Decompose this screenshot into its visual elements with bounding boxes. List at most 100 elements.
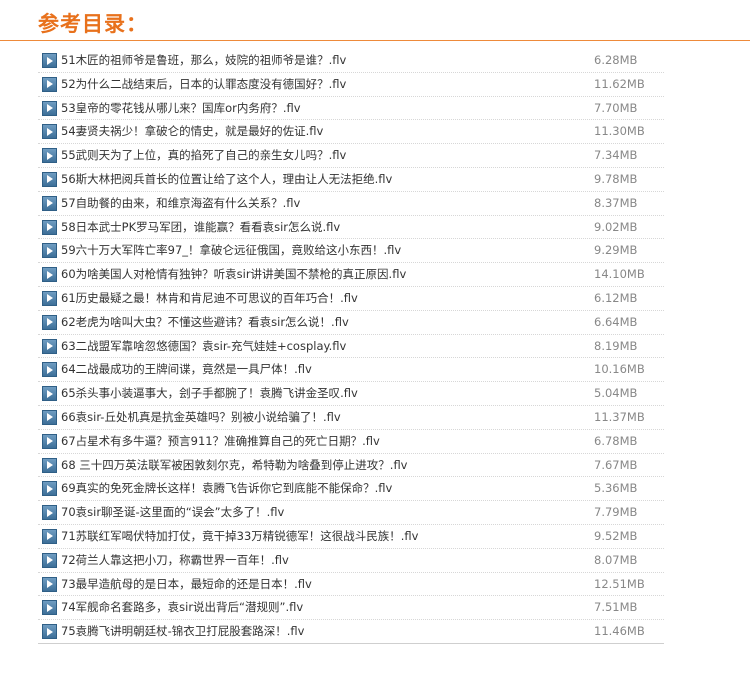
- file-name[interactable]: 55武则天为了上位，真的掐死了自己的亲生女儿吗？.flv: [61, 147, 346, 163]
- file-row[interactable]: 60为啥美国人对枪情有独钟？听袁sir讲讲美国不禁枪的真正原因.flv 14.10…: [38, 263, 664, 287]
- file-name[interactable]: 62老虎为啥叫大虫？不懂这些避讳？看袁sir怎么说！.flv: [61, 314, 349, 330]
- file-size: 7.34MB: [594, 148, 638, 163]
- file-size: 14.10MB: [594, 267, 645, 282]
- video-play-icon: [42, 219, 57, 235]
- file-size: 6.12MB: [594, 290, 638, 305]
- file-row[interactable]: 69真实的免死金牌长这样！袁腾飞告诉你它到底能不能保命？.flv 5.36MB: [38, 477, 664, 502]
- video-play-icon: [42, 290, 57, 306]
- file-name[interactable]: 64二战最成功的王牌间谍，竟然是一具尸体！.flv: [61, 361, 312, 377]
- file-name[interactable]: 52为什么二战结束后，日本的认罪态度没有德国好？.flv: [61, 76, 346, 92]
- file-name[interactable]: 54妻贤夫祸少！拿破仑的情史，就是最好的佐证.flv: [61, 123, 323, 139]
- file-size: 7.67MB: [594, 457, 638, 472]
- video-play-icon: [42, 409, 57, 425]
- file-size: 6.28MB: [594, 53, 638, 67]
- video-play-icon: [42, 386, 57, 402]
- video-play-icon: [42, 243, 57, 259]
- file-row[interactable]: 65杀头事小装逼事大，刽子手都腕了！袁腾飞讲金圣叹.flv 5.04MB: [38, 382, 664, 406]
- file-row[interactable]: 58日本武士PK罗马军团，谁能赢？看看袁sir怎么说.flv 9.02MB: [38, 216, 664, 240]
- file-row[interactable]: 53皇帝的零花钱从哪儿来？国库or内务府？.flv 7.70MB: [38, 97, 664, 121]
- header-divider: [0, 40, 750, 41]
- video-play-icon: [42, 338, 57, 354]
- file-row[interactable]: 56斯大林把阅兵首长的位置让给了这个人，理由让人无法拒绝.flv 9.78MB: [38, 168, 664, 192]
- file-row[interactable]: 70袁sir聊圣诞-这里面的“误会”太多了！.flv 7.79MB: [38, 501, 664, 525]
- video-play-icon: [42, 76, 57, 92]
- video-play-icon: [42, 148, 57, 164]
- file-name[interactable]: 66袁sir-丘处机真是抗金英雄吗？别被小说给骗了！.flv: [61, 409, 341, 425]
- file-row[interactable]: 55武则天为了上位，真的掐死了自己的亲生女儿吗？.flv 7.34MB: [38, 144, 664, 168]
- video-play-icon: [42, 53, 57, 68]
- video-play-icon: [42, 457, 57, 473]
- file-size: 12.51MB: [594, 576, 645, 591]
- video-play-icon: [42, 552, 57, 568]
- file-row[interactable]: 66袁sir-丘处机真是抗金英雄吗？别被小说给骗了！.flv 11.37MB: [38, 406, 664, 430]
- file-name[interactable]: 71苏联红军喝伏特加打仗，竟干掉33万精锐德军！这很战斗民族！.flv: [61, 528, 418, 544]
- file-size: 6.64MB: [594, 314, 638, 329]
- file-name[interactable]: 60为啥美国人对枪情有独钟？听袁sir讲讲美国不禁枪的真正原因.flv: [61, 266, 406, 282]
- file-name[interactable]: 75袁腾飞讲明朝廷杖-锦衣卫打屁股套路深！.flv: [61, 623, 305, 639]
- file-row[interactable]: 52为什么二战结束后，日本的认罪态度没有德国好？.flv 11.62MB: [38, 73, 664, 97]
- file-name[interactable]: 70袁sir聊圣诞-这里面的“误会”太多了！.flv: [61, 504, 284, 520]
- video-play-icon: [42, 267, 57, 283]
- file-row[interactable]: 71苏联红军喝伏特加打仗，竟干掉33万精锐德军！这很战斗民族！.flv 9.52M…: [38, 525, 664, 549]
- file-row[interactable]: 67占星术有多牛逼？预言911？准确推算自己的死亡日期？.flv 6.78MB: [38, 430, 664, 454]
- file-row[interactable]: 62老虎为啥叫大虫？不懂这些避讳？看袁sir怎么说！.flv 6.64MB: [38, 311, 664, 335]
- video-play-icon: [42, 433, 57, 449]
- file-row[interactable]: 63二战盟军靠啥忽悠德国？袁sir-充气娃娃+cosplay.flv 8.19MB: [38, 335, 664, 359]
- file-size: 7.79MB: [594, 505, 638, 520]
- file-size: 7.70MB: [594, 100, 638, 115]
- file-name[interactable]: 56斯大林把阅兵首长的位置让给了这个人，理由让人无法拒绝.flv: [61, 171, 392, 187]
- file-size: 11.30MB: [594, 124, 645, 139]
- video-play-icon: [42, 528, 57, 544]
- file-size: 5.04MB: [594, 386, 638, 401]
- video-play-icon: [42, 171, 57, 187]
- file-name[interactable]: 74军舰命名套路多，袁sir说出背后“潜规则”.flv: [61, 599, 303, 615]
- file-size: 9.02MB: [594, 219, 638, 234]
- file-name[interactable]: 58日本武士PK罗马军团，谁能赢？看看袁sir怎么说.flv: [61, 219, 340, 235]
- file-name[interactable]: 61历史最疑之最！林肯和肯尼迪不可思议的百年巧合！.flv: [61, 290, 358, 306]
- file-size: 8.37MB: [594, 195, 638, 210]
- video-play-icon: [42, 576, 57, 592]
- file-name[interactable]: 69真实的免死金牌长这样！袁腾飞告诉你它到底能不能保命？.flv: [61, 480, 392, 496]
- file-name[interactable]: 68 三十四万英法联军被困敦刻尔克，希特勒为啥叠到停止进攻？.flv: [61, 457, 408, 473]
- file-size: 8.07MB: [594, 552, 638, 567]
- file-name[interactable]: 51木匠的祖师爷是鲁班，那么，妓院的祖师爷是谁？.flv: [61, 52, 346, 68]
- file-name[interactable]: 53皇帝的零花钱从哪儿来？国库or内务府？.flv: [61, 100, 301, 116]
- file-name[interactable]: 72荷兰人靠这把小刀，称霸世界一百年！.flv: [61, 552, 289, 568]
- file-row[interactable]: 72荷兰人靠这把小刀，称霸世界一百年！.flv 8.07MB: [38, 549, 664, 573]
- video-play-icon: [42, 314, 57, 330]
- file-name[interactable]: 63二战盟军靠啥忽悠德国？袁sir-充气娃娃+cosplay.flv: [61, 338, 346, 354]
- video-play-icon: [42, 195, 57, 211]
- file-size: 5.36MB: [594, 481, 638, 496]
- file-size: 9.52MB: [594, 528, 638, 543]
- file-row[interactable]: 73最早造航母的是日本，最短命的还是日本！.flv 12.51MB: [38, 573, 664, 597]
- file-name[interactable]: 73最早造航母的是日本，最短命的还是日本！.flv: [61, 576, 312, 592]
- file-size: 11.37MB: [594, 409, 645, 424]
- file-row[interactable]: 75袁腾飞讲明朝廷杖-锦衣卫打屁股套路深！.flv 11.46MB: [38, 620, 664, 644]
- file-row[interactable]: 68 三十四万英法联军被困敦刻尔克，希特勒为啥叠到停止进攻？.flv 7.67MB: [38, 454, 664, 478]
- file-size: 8.19MB: [594, 338, 638, 353]
- file-name[interactable]: 65杀头事小装逼事大，刽子手都腕了！袁腾飞讲金圣叹.flv: [61, 385, 358, 401]
- file-name[interactable]: 59六十万大军阵亡率97_！拿破仑远征俄国，竟败给这小东西！.flv: [61, 242, 401, 258]
- file-size: 9.78MB: [594, 171, 638, 186]
- file-row[interactable]: 57自助餐的由来，和维京海盗有什么关系？.flv 8.37MB: [38, 192, 664, 216]
- file-row[interactable]: 51木匠的祖师爷是鲁班，那么，妓院的祖师爷是谁？.flv 6.28MB: [38, 49, 664, 73]
- file-row[interactable]: 59六十万大军阵亡率97_！拿破仑远征俄国，竟败给这小东西！.flv 9.29MB: [38, 239, 664, 264]
- video-play-icon: [42, 600, 57, 616]
- file-list: 51木匠的祖师爷是鲁班，那么，妓院的祖师爷是谁？.flv 6.28MB 52为什么二…: [38, 49, 664, 644]
- file-size: 11.62MB: [594, 76, 645, 91]
- file-row[interactable]: 64二战最成功的王牌间谍，竟然是一具尸体！.flv 10.16MB: [38, 358, 664, 383]
- video-play-icon: [42, 124, 57, 140]
- file-name[interactable]: 67占星术有多牛逼？预言911？准确推算自己的死亡日期？.flv: [61, 433, 380, 449]
- video-play-icon: [42, 481, 57, 497]
- header: 参考目录：: [0, 0, 750, 42]
- file-size: 7.51MB: [594, 600, 638, 615]
- file-row[interactable]: 61历史最疑之最！林肯和肯尼迪不可思议的百年巧合！.flv 6.12MB: [38, 287, 664, 311]
- video-play-icon: [42, 362, 57, 378]
- page-title: 参考目录：: [38, 11, 148, 36]
- file-name[interactable]: 57自助餐的由来，和维京海盗有什么关系？.flv: [61, 195, 300, 211]
- file-size: 9.29MB: [594, 243, 638, 258]
- file-row[interactable]: 54妻贤夫祸少！拿破仑的情史，就是最好的佐证.flv 11.30MB: [38, 120, 664, 145]
- file-row[interactable]: 74军舰命名套路多，袁sir说出背后“潜规则”.flv 7.51MB: [38, 596, 664, 621]
- file-size: 10.16MB: [594, 362, 645, 377]
- file-size: 11.46MB: [594, 624, 645, 639]
